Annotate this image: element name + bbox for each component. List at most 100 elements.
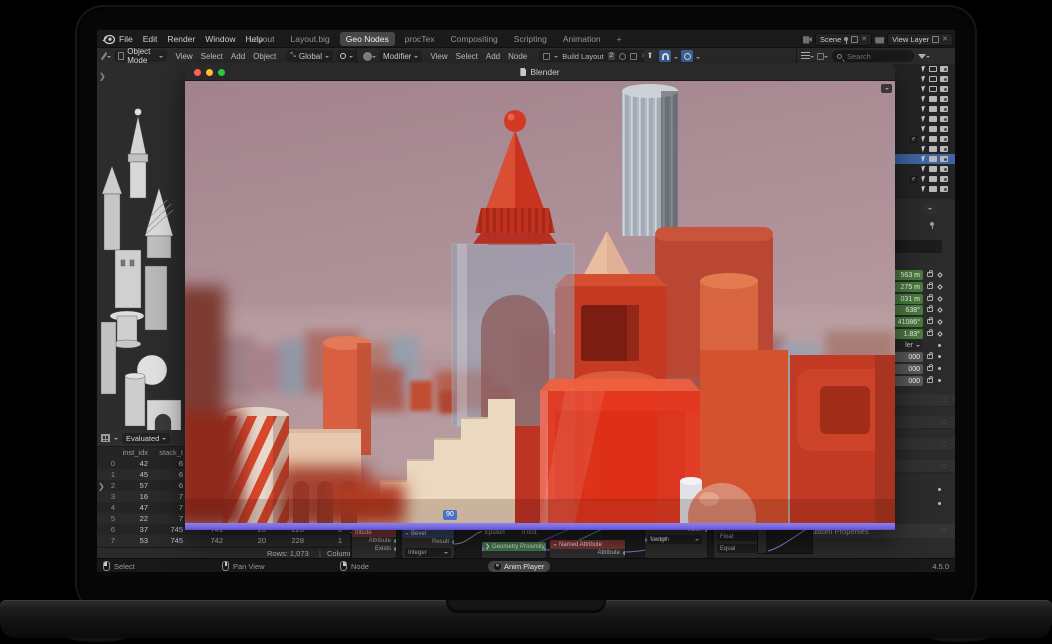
lock-icon[interactable] — [927, 272, 933, 277]
selectability-cursor-icon[interactable] — [921, 186, 926, 193]
viewport-visibility-icon[interactable] — [929, 116, 937, 122]
menu-add[interactable]: Add — [486, 52, 500, 61]
add-workspace-button[interactable]: + — [611, 32, 628, 46]
render-visibility-icon[interactable] — [940, 106, 948, 112]
animate-dot-icon[interactable] — [938, 355, 941, 358]
animate-diamond-icon[interactable] — [937, 307, 943, 313]
chevron-down-icon[interactable] — [114, 438, 118, 442]
selectability-cursor-icon[interactable] — [921, 156, 926, 163]
chevron-down-icon[interactable] — [372, 56, 376, 60]
column-header-inst_idx[interactable]: inst_idx — [117, 448, 150, 457]
lock-icon[interactable] — [927, 284, 933, 289]
drag-handle[interactable]: :: — [941, 527, 947, 534]
filter-icon[interactable] — [918, 54, 926, 59]
animate-diamond-icon[interactable] — [937, 284, 943, 290]
render-visibility-icon[interactable] — [940, 96, 948, 102]
render-window[interactable]: Blender — [185, 63, 895, 530]
viewport-visibility-icon[interactable] — [929, 136, 937, 142]
node-editor-type-icon[interactable] — [363, 52, 372, 61]
viewport-visibility-icon[interactable] — [929, 66, 937, 72]
region-options-chevron[interactable] — [881, 84, 892, 93]
node-header[interactable]: Bevel — [402, 529, 454, 538]
dataset-dropdown[interactable]: Evaluated — [122, 433, 170, 444]
viewport-visibility-icon[interactable] — [929, 86, 937, 92]
animate-dot[interactable] — [938, 488, 941, 491]
selectability-cursor-icon[interactable] — [921, 106, 926, 113]
equal-field[interactable]: Equal — [717, 544, 757, 553]
animate-dot-icon[interactable] — [938, 367, 941, 370]
tab-animation[interactable]: Animation — [557, 32, 607, 46]
math-node-fragment[interactable]: Float Equal — [714, 528, 760, 558]
transform-orientation-dropdown[interactable]: ⤡ Global — [286, 50, 333, 62]
viewport-visibility-icon[interactable] — [929, 176, 937, 182]
menu-view[interactable]: View — [430, 52, 447, 61]
lock-icon[interactable] — [927, 296, 933, 301]
timeline-scrubber[interactable] — [185, 523, 895, 530]
animate-diamond-icon[interactable] — [937, 319, 943, 325]
new-view-layer-icon[interactable] — [932, 36, 939, 43]
snap-options-chevron[interactable] — [674, 57, 678, 61]
toolbar-expand-arrow[interactable]: ❯ — [99, 72, 106, 81]
node-header[interactable]: Named Attribute — [550, 540, 625, 549]
menu-file[interactable]: File — [119, 34, 133, 44]
selectability-cursor-icon[interactable] — [921, 96, 926, 103]
render-visibility-icon[interactable] — [940, 146, 948, 152]
animate-diamond-icon[interactable] — [937, 272, 943, 278]
mode-dropdown[interactable]: Object Mode — [114, 50, 167, 62]
render-visibility-icon[interactable] — [940, 166, 948, 172]
node-group-selector[interactable]: Build Layout 2 ✕ — [539, 50, 651, 62]
column-header-stack_t[interactable]: stack_t — [150, 448, 185, 457]
search-input[interactable] — [845, 51, 905, 62]
properties-options-chevron[interactable] — [923, 204, 937, 214]
menu-edit[interactable]: Edit — [143, 34, 158, 44]
named-attribute-node-fragment[interactable]: tribute Attribute Exists — [352, 528, 396, 558]
render-visibility-icon[interactable] — [940, 136, 948, 142]
render-visibility-icon[interactable] — [940, 186, 948, 192]
snap-magnet-icon[interactable] — [659, 50, 671, 62]
lock-icon[interactable] — [927, 331, 933, 336]
selectability-cursor-icon[interactable] — [921, 76, 926, 83]
anim-player-button[interactable]: ✕ Anim Player — [488, 561, 550, 572]
chevron-down-icon[interactable] — [926, 56, 930, 60]
menu-object[interactable]: Object — [253, 52, 276, 61]
float-field[interactable]: Float — [717, 532, 757, 541]
menu-window[interactable]: Window — [205, 34, 235, 44]
bevel-node[interactable]: Bevel Result Integer — [402, 529, 454, 558]
socket-pink[interactable] — [394, 547, 396, 551]
proportional-options-chevron[interactable] — [696, 57, 700, 61]
integer-dropdown[interactable]: Integer — [405, 548, 451, 557]
socket-green[interactable] — [623, 551, 625, 555]
chevron-down-icon[interactable] — [810, 56, 814, 60]
lock-icon[interactable] — [927, 354, 933, 359]
viewport-visibility-icon[interactable] — [929, 186, 937, 192]
lock-icon[interactable] — [927, 366, 933, 371]
scene-selector[interactable]: Scene ✕ — [815, 33, 872, 46]
viewport-visibility-icon[interactable] — [929, 76, 937, 82]
chevron-down-icon[interactable] — [824, 56, 828, 60]
compare-node-fragment[interactable]: Value Length Vector — [645, 526, 707, 558]
pin-id-icon[interactable] — [930, 222, 934, 226]
panel-expand-arrow[interactable]: ❯ — [98, 482, 105, 491]
render-visibility-icon[interactable] — [940, 156, 948, 162]
animate-diamond-icon[interactable] — [937, 296, 943, 302]
selectability-cursor-icon[interactable] — [921, 86, 926, 93]
menu-render[interactable]: Render — [167, 34, 195, 44]
viewport-visibility-icon[interactable] — [929, 156, 937, 162]
tab-proctex[interactable]: procTex — [399, 32, 441, 46]
tab-layout[interactable]: Layout — [243, 32, 281, 46]
socket-green[interactable] — [394, 539, 396, 543]
render-visibility-icon[interactable] — [940, 126, 948, 132]
menu-select[interactable]: Select — [201, 52, 223, 61]
view-layer-selector[interactable]: View Layer ✕ — [887, 33, 953, 46]
animate-dot[interactable] — [938, 344, 941, 347]
lock-icon[interactable] — [927, 307, 933, 312]
lock-icon[interactable] — [927, 319, 933, 324]
selectability-cursor-icon[interactable] — [921, 116, 926, 123]
viewport-visibility-icon[interactable] — [929, 146, 937, 152]
frame-indicator[interactable]: 90 — [443, 510, 457, 520]
render-visibility-icon[interactable] — [940, 176, 948, 182]
parenting-icon[interactable]: ⬆ — [644, 50, 656, 62]
pivot-point-dropdown[interactable] — [337, 50, 356, 62]
node-header[interactable]: ❯ Geometry Proximity — [482, 542, 546, 551]
viewport-visibility-icon[interactable] — [929, 126, 937, 132]
